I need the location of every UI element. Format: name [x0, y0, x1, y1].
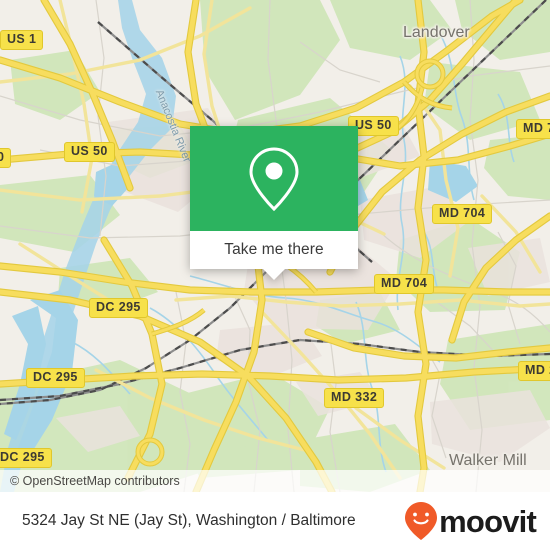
road-shield-md332[interactable]: MD 332 [324, 388, 385, 408]
location-popup-card[interactable]: Take me there [190, 126, 358, 280]
osm-attribution[interactable]: © OpenStreetMap contributors [0, 470, 550, 492]
popup-header [190, 126, 358, 231]
road-shield-us50-w[interactable]: US 50 [64, 142, 115, 162]
popup-tail [263, 269, 285, 280]
road-shield-md704-ne[interactable]: MD 704 [516, 119, 550, 139]
moovit-wordmark: moovit [439, 503, 537, 539]
road-shield-md704-e[interactable]: MD 704 [432, 204, 493, 224]
road-shield-dc295-m[interactable]: DC 295 [26, 368, 85, 388]
road-shield-md2xx[interactable]: MD 2 [518, 361, 550, 381]
road-shield-us50-edge[interactable]: 0 [0, 148, 12, 168]
place-label-landover: Landover [403, 24, 470, 41]
road-shield-md704-c[interactable]: MD 704 [374, 274, 435, 294]
footer-bar: 5324 Jay St NE (Jay St), Washington / Ba… [0, 492, 550, 550]
popup-action-bar[interactable]: Take me there [190, 231, 358, 280]
map-pin-icon [249, 146, 299, 211]
road-shield-us1[interactable]: US 1 [0, 30, 44, 50]
map-screenshot: Anacostia River Landover Walker Mill US … [0, 0, 550, 550]
address-label: 5324 Jay St NE (Jay St), Washington / Ba… [22, 512, 356, 529]
road-shield-dc295-s[interactable]: DC 295 [0, 448, 52, 468]
moovit-logo[interactable]: moovit [404, 501, 537, 541]
take-me-there-label: Take me there [224, 241, 324, 258]
moovit-pin-smiley-icon [405, 502, 438, 540]
place-label-walker-mill: Walker Mill [449, 452, 527, 469]
road-shield-dc295-n[interactable]: DC 295 [89, 298, 148, 318]
